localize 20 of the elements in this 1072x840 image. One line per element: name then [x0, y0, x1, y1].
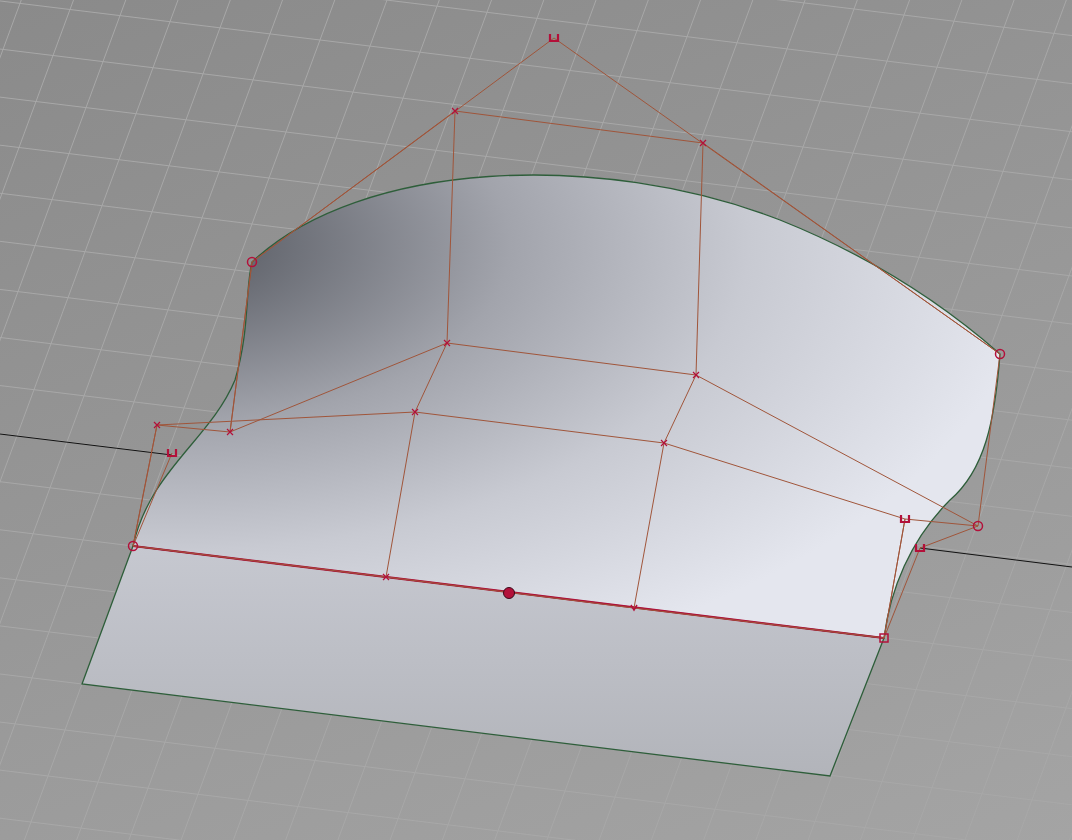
control-point-icon[interactable]	[899, 515, 911, 524]
control-point-icon[interactable]	[226, 428, 234, 436]
control-point-icon[interactable]	[451, 107, 459, 115]
control-point-icon[interactable]	[699, 139, 707, 147]
control-point-icon[interactable]	[879, 633, 889, 643]
control-point-icon[interactable]	[166, 449, 178, 458]
control-point-icon[interactable]	[972, 520, 984, 532]
surface-edge[interactable]	[132, 544, 885, 640]
control-point-icon[interactable]	[914, 544, 926, 553]
surface-point-icon[interactable]	[503, 587, 515, 599]
control-point-icon[interactable]	[127, 540, 139, 552]
control-point-icon[interactable]	[660, 439, 668, 447]
control-point-icon[interactable]	[692, 371, 700, 379]
control-point-icon[interactable]	[994, 348, 1006, 360]
control-point-icon[interactable]	[630, 604, 638, 612]
control-point-icon[interactable]	[246, 256, 258, 268]
control-point-icon[interactable]	[443, 339, 451, 347]
control-point-icon[interactable]	[382, 573, 390, 581]
control-point-icon[interactable]	[411, 408, 419, 416]
control-point-icon[interactable]	[153, 421, 161, 429]
